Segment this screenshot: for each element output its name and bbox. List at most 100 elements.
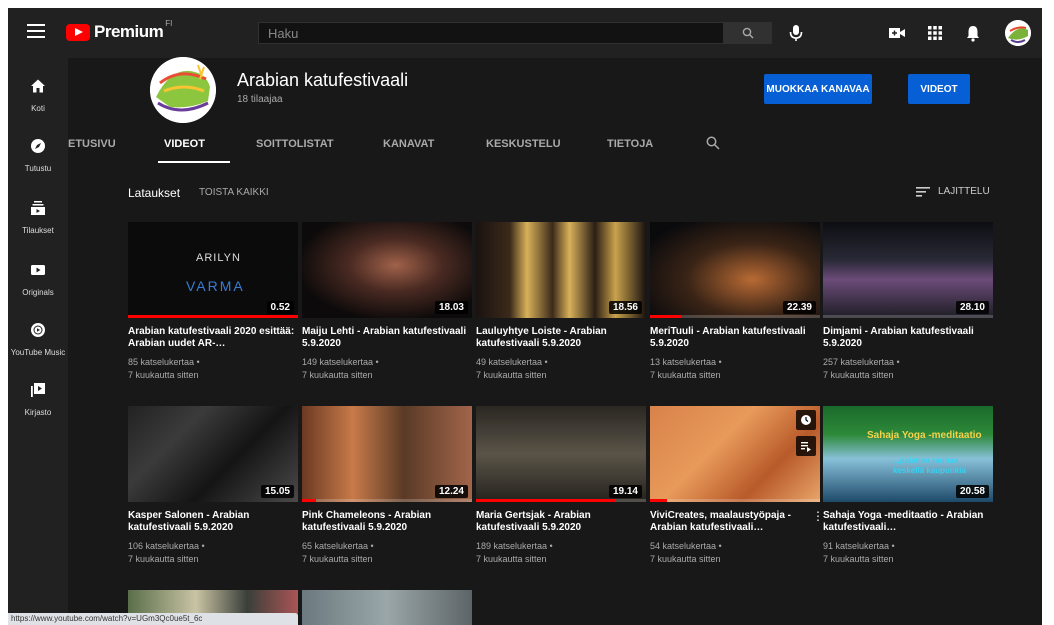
- tab-discussion[interactable]: KESKUSTELU: [486, 138, 561, 150]
- video-card[interactable]: Sahaja Yoga -meditaatio ...palanen rauhaa…: [823, 406, 993, 566]
- create-video-icon[interactable]: [888, 24, 906, 42]
- view-count: 54 katselukertaa •: [650, 541, 722, 551]
- video-duration: 22.39: [782, 301, 816, 314]
- channel-tabs: ETUSIVU VIDEOT SOITTOLISTAT KANAVAT KESK…: [68, 128, 1042, 164]
- view-count: 91 katselukertaa •: [823, 541, 895, 551]
- tab-playlists[interactable]: SOITTOLISTAT: [256, 138, 334, 150]
- video-duration: 19.14: [608, 485, 642, 498]
- play-all-button[interactable]: TOISTA KAIKKI: [199, 187, 269, 198]
- home-icon: [31, 79, 45, 93]
- sidebar-item-library[interactable]: Kirjasto: [8, 382, 68, 438]
- video-thumbnail-partial[interactable]: [302, 590, 472, 625]
- tab-home[interactable]: ETUSIVU: [68, 138, 116, 150]
- video-title[interactable]: MeriTuuli - Arabian katufestivaali 5.9.2…: [650, 326, 820, 350]
- logo-country: FI: [165, 19, 173, 28]
- subscriptions-icon: [31, 201, 45, 215]
- video-duration: 18.56: [608, 301, 642, 314]
- tab-channels[interactable]: KANAVAT: [383, 138, 434, 150]
- menu-icon[interactable]: [27, 24, 45, 38]
- tab-videos[interactable]: VIDEOT: [164, 138, 205, 150]
- tab-about[interactable]: TIETOJA: [607, 138, 653, 150]
- watch-progress-track: [650, 499, 820, 502]
- video-thumbnail[interactable]: 12.24: [302, 406, 472, 502]
- view-count: 85 katselukertaa •: [128, 357, 200, 367]
- video-card[interactable]: 28.10 Dimjami - Arabian katufestivaali 5.…: [823, 222, 993, 382]
- video-card[interactable]: 15.05 Kasper Salonen - Arabian katufestiv…: [128, 406, 298, 566]
- sidebar-item-home[interactable]: Koti: [8, 78, 68, 134]
- video-metadata: 189 katselukertaa • 7 kuukautta sitten: [476, 540, 646, 566]
- video-title[interactable]: Kasper Salonen - Arabian katufestivaali …: [128, 510, 298, 534]
- video-title[interactable]: Arabian katufestivaali 2020 esittää: Ara…: [128, 326, 298, 350]
- video-title[interactable]: Maria Gertsjak - Arabian katufestivaali …: [476, 510, 646, 534]
- video-title[interactable]: Pink Chameleons - Arabian katufestivaali…: [302, 510, 472, 534]
- add-to-queue-icon[interactable]: [796, 436, 816, 456]
- upload-age: 7 kuukautta sitten: [302, 554, 373, 564]
- video-card[interactable]: 19.14 Maria Gertsjak - Arabian katufestiv…: [476, 406, 646, 566]
- upload-age: 7 kuukautta sitten: [823, 370, 894, 380]
- sidebar-item-subscriptions[interactable]: Tilaukset: [8, 200, 68, 256]
- video-thumbnail[interactable]: ARILYN VARMA 0.52: [128, 222, 298, 318]
- microphone-icon[interactable]: [788, 22, 804, 44]
- video-card[interactable]: 18.03 Maiju Lehti - Arabian katufestivaal…: [302, 222, 472, 382]
- video-duration: 12.24: [434, 485, 468, 498]
- status-bar-url: https://www.youtube.com/watch?v=UGm3Qc0u…: [8, 613, 298, 625]
- mini-sidebar: Koti Tutustu Tilaukset Originals YouTube…: [8, 58, 68, 625]
- sidebar-item-label: Originals: [22, 288, 54, 297]
- sidebar-item-label: Tutustu: [24, 164, 52, 173]
- customize-channel-button[interactable]: MUOKKAA KANAVAA: [764, 74, 872, 104]
- thumbnail-overlay-subtext: VARMA: [186, 278, 245, 294]
- video-thumbnail[interactable]: 18.03: [302, 222, 472, 318]
- video-title[interactable]: Dimjami - Arabian katufestivaali 5.9.202…: [823, 326, 993, 350]
- video-metadata: 13 katselukertaa • 7 kuukautta sitten: [650, 356, 820, 382]
- notifications-bell-icon[interactable]: [964, 24, 982, 42]
- sort-button[interactable]: LAJITTELU: [916, 186, 990, 197]
- video-metadata: 85 katselukertaa • 7 kuukautta sitten: [128, 356, 298, 382]
- thumbnail-overlay-text: ARILYN: [196, 252, 241, 264]
- user-avatar[interactable]: [1005, 20, 1031, 46]
- sort-icon: [916, 186, 930, 197]
- video-title[interactable]: Lauluyhtye Loiste - Arabian katufestivaa…: [476, 326, 646, 350]
- youtube-premium-logo[interactable]: Premium FI: [66, 19, 173, 42]
- view-count: 149 katselukertaa •: [302, 357, 379, 367]
- manage-videos-button[interactable]: VIDEOT: [908, 74, 970, 104]
- video-card[interactable]: 22.39 MeriTuuli - Arabian katufestivaali …: [650, 222, 820, 382]
- video-card[interactable]: ViviCreates, maalaustyöpaja - Arabian ka…: [650, 406, 824, 566]
- video-thumbnail[interactable]: 28.10: [823, 222, 993, 318]
- video-metadata: 91 katselukertaa • 7 kuukautta sitten: [823, 540, 993, 566]
- video-title[interactable]: Maiju Lehti - Arabian katufestivaali 5.9…: [302, 326, 472, 350]
- video-thumbnail[interactable]: 15.05: [128, 406, 298, 502]
- sort-label: LAJITTELU: [938, 186, 990, 197]
- upload-age: 7 kuukautta sitten: [650, 370, 721, 380]
- video-thumbnail[interactable]: Sahaja Yoga -meditaatio ...palanen rauhaa…: [823, 406, 993, 502]
- channel-name: Arabian katufestivaali: [237, 70, 409, 90]
- more-options-icon[interactable]: ⋮: [812, 510, 824, 522]
- video-metadata: 49 katselukertaa • 7 kuukautta sitten: [476, 356, 646, 382]
- channel-search-icon[interactable]: [706, 136, 720, 150]
- video-title[interactable]: Sahaja Yoga -meditaatio - Arabian katufe…: [823, 510, 993, 534]
- apps-grid-icon[interactable]: [926, 24, 944, 42]
- video-duration: 20.58: [955, 485, 989, 498]
- sidebar-item-label: Tilaukset: [22, 226, 54, 235]
- video-card[interactable]: ARILYN VARMA 0.52 Arabian katufestivaali 20…: [128, 222, 298, 382]
- sidebar-item-explore[interactable]: Tutustu: [8, 138, 68, 194]
- view-count: 13 katselukertaa •: [650, 357, 722, 367]
- search-icon: [742, 27, 754, 39]
- video-thumbnail[interactable]: 19.14: [476, 406, 646, 502]
- sidebar-item-youtube-music[interactable]: YouTube Music: [8, 322, 68, 378]
- watch-later-icon[interactable]: [796, 410, 816, 430]
- upload-age: 7 kuukautta sitten: [650, 554, 721, 564]
- video-thumbnail[interactable]: [650, 406, 820, 502]
- sidebar-item-originals[interactable]: Originals: [8, 262, 68, 318]
- video-thumbnail[interactable]: 18.56: [476, 222, 646, 318]
- video-card[interactable]: 12.24 Pink Chameleons - Arabian katufesti…: [302, 406, 472, 566]
- video-title[interactable]: ViviCreates, maalaustyöpaja - Arabian ka…: [650, 510, 820, 534]
- compass-icon: [31, 139, 45, 153]
- sidebar-item-label: Kirjasto: [24, 408, 52, 417]
- search-input[interactable]: Haku: [258, 22, 724, 44]
- search-button[interactable]: [724, 22, 772, 44]
- channel-avatar[interactable]: [150, 57, 216, 123]
- video-card[interactable]: 18.56 Lauluyhtye Loiste - Arabian katufes…: [476, 222, 646, 382]
- video-duration: 0.52: [266, 301, 294, 314]
- hover-actions: [796, 410, 816, 462]
- video-thumbnail[interactable]: 22.39: [650, 222, 820, 318]
